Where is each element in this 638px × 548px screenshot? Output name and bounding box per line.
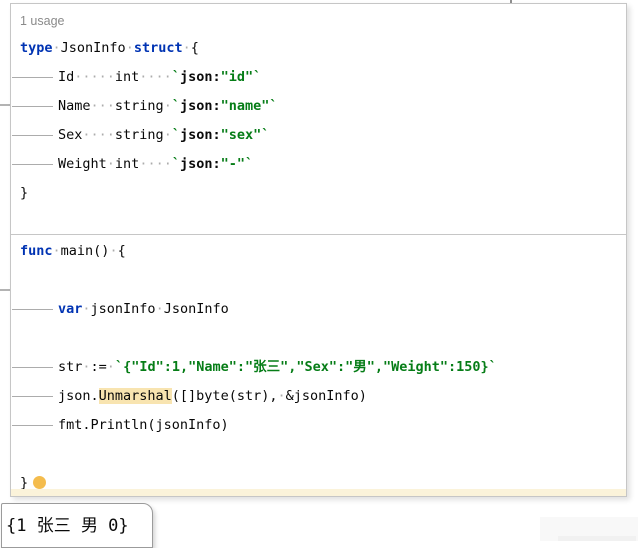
tab-whitespace-marker [12, 418, 58, 432]
code-line[interactable]: fmt.Println(jsonInfo) [11, 411, 626, 440]
tab-whitespace-marker [12, 157, 58, 171]
code-line[interactable] [11, 208, 626, 237]
space-whitespace-dots: · [163, 127, 172, 143]
code-token: jsonInfo [90, 301, 156, 317]
code-token: ` [171, 127, 180, 143]
tab-whitespace-marker [12, 70, 58, 84]
code-token: ([]byte(str), [171, 388, 278, 404]
stitch-seam-line [11, 234, 626, 235]
code-token: ` [171, 156, 180, 172]
code-line[interactable] [11, 266, 626, 295]
code-token: int [114, 69, 140, 85]
tab-whitespace-marker [12, 302, 58, 316]
watermark-remnant [540, 517, 638, 541]
code-token: fmt.Println(jsonInfo) [58, 417, 229, 433]
code-editor[interactable]: 1 usage type·JsonInfo·struct·{Id·····int… [10, 3, 627, 497]
code-token: `{"Id":1,"Name":"张三","Sex":"男","Weight":… [114, 359, 497, 375]
space-whitespace-dots: ····· [74, 69, 115, 85]
code-token: Sex [58, 127, 83, 143]
code-line[interactable] [11, 324, 626, 353]
space-whitespace-dots: · [163, 98, 172, 114]
code-token: string [114, 98, 164, 114]
code-token: str [58, 359, 83, 375]
usage-hint[interactable]: 1 usage [11, 8, 626, 34]
code-line[interactable]: Name···string·`json:"name"` [11, 92, 626, 121]
code-token: Id [58, 69, 75, 85]
code-token: ` [253, 69, 262, 85]
code-token: var [58, 301, 83, 317]
code-token: json. [58, 388, 99, 404]
code-token: ` [245, 156, 254, 172]
space-whitespace-dots: ···· [139, 156, 172, 172]
space-whitespace-dots: · [82, 359, 91, 375]
code-token: := [90, 359, 107, 375]
space-whitespace-dots: ··· [90, 98, 115, 114]
code-token: ` [269, 98, 278, 114]
code-token: Weight [58, 156, 107, 172]
output-popup: {1 张三 男 0} [1, 503, 153, 548]
left-edge-tick-2 [0, 289, 10, 291]
intention-lightbulb-icon[interactable] [33, 476, 47, 495]
code-token: type [20, 40, 53, 56]
code-token: json: [179, 69, 221, 85]
space-whitespace-dots: · [125, 40, 134, 56]
space-whitespace-dots: · [182, 40, 191, 56]
code-line[interactable]: func·main()·{ [11, 237, 626, 266]
screenshot-root: 1 usage type·JsonInfo·struct·{Id·····int… [0, 0, 638, 548]
tab-whitespace-marker [12, 389, 58, 403]
code-line[interactable]: Sex····string·`json:"sex"` [11, 121, 626, 150]
code-token: "-" [220, 156, 245, 172]
code-token: func [20, 243, 53, 259]
space-whitespace-dots: ···· [139, 69, 172, 85]
code-token: ` [171, 98, 180, 114]
code-line[interactable]: str·:=·`{"Id":1,"Name":"张三","Sex":"男","W… [11, 353, 626, 382]
code-token: json: [179, 127, 221, 143]
code-token: "id" [220, 69, 254, 85]
space-whitespace-dots: · [82, 301, 91, 317]
space-whitespace-dots: · [106, 156, 115, 172]
caret-row-highlight [11, 489, 626, 496]
space-whitespace-dots: · [277, 388, 286, 404]
code-line[interactable]: Weight·int····`json:"-"` [11, 150, 626, 179]
code-token: { [117, 243, 126, 259]
code-token: JsonInfo [163, 301, 229, 317]
tab-whitespace-marker [12, 99, 58, 113]
code-token: JsonInfo [60, 40, 126, 56]
space-whitespace-dots: · [155, 301, 164, 317]
code-line[interactable]: Id·····int····`json:"id"` [11, 63, 626, 92]
code-token: { [190, 40, 199, 56]
code-token: &jsonInfo) [285, 388, 367, 404]
code-lines: type·JsonInfo·struct·{Id·····int····`jso… [11, 34, 626, 496]
code-line[interactable] [11, 440, 626, 469]
code-token: "sex" [220, 127, 262, 143]
code-token: json: [179, 98, 221, 114]
code-token: int [114, 156, 140, 172]
code-token: main() [60, 243, 110, 259]
code-token: struct [133, 40, 183, 56]
space-whitespace-dots: · [106, 359, 115, 375]
space-whitespace-dots: · [52, 243, 61, 259]
space-whitespace-dots: ···· [82, 127, 115, 143]
highlighted-identifier: Unmarshal [98, 388, 172, 404]
tab-whitespace-marker [12, 128, 58, 142]
space-whitespace-dots: · [52, 40, 61, 56]
code-line[interactable]: } [11, 179, 626, 208]
left-edge-tick-1 [0, 104, 10, 106]
code-line[interactable]: json.Unmarshal([]byte(str),·&jsonInfo) [11, 382, 626, 411]
tab-whitespace-marker [12, 360, 58, 374]
code-token: Name [58, 98, 91, 114]
code-token: string [114, 127, 164, 143]
code-token: "name" [220, 98, 270, 114]
code-token: ` [261, 127, 270, 143]
space-whitespace-dots: · [109, 243, 118, 259]
code-token: } [20, 185, 29, 201]
code-line[interactable]: type·JsonInfo·struct·{ [11, 34, 626, 63]
output-text: {1 张三 男 0} [6, 516, 129, 536]
code-token: json: [179, 156, 221, 172]
code-line[interactable]: var·jsonInfo·JsonInfo [11, 295, 626, 324]
code-token: ` [171, 69, 180, 85]
